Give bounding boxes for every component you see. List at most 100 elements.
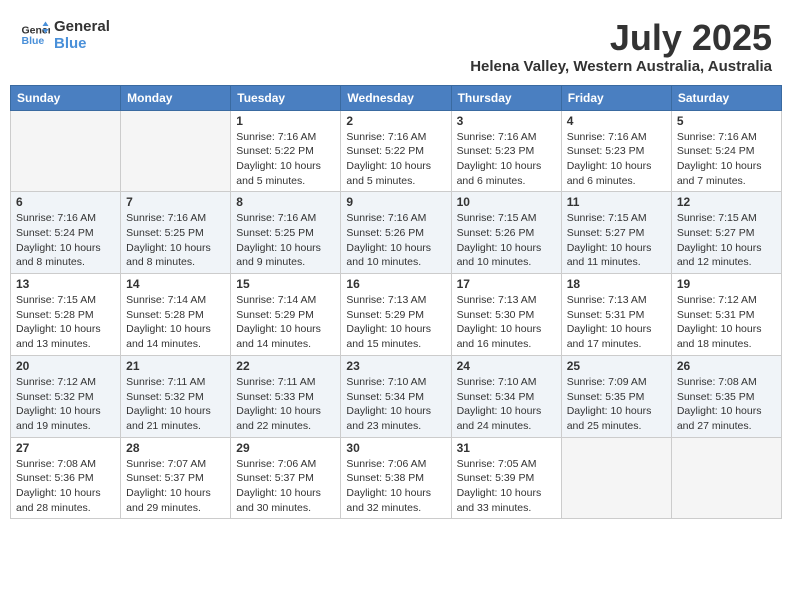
day-number: 31 (457, 441, 556, 455)
calendar-cell: 15 Sunrise: 7:14 AM Sunset: 5:29 PM Dayli… (231, 274, 341, 356)
day-info: Sunrise: 7:06 AM Sunset: 5:37 PM Dayligh… (236, 457, 335, 516)
calendar-cell (121, 110, 231, 192)
calendar-cell (11, 110, 121, 192)
day-info: Sunrise: 7:16 AM Sunset: 5:23 PM Dayligh… (567, 130, 666, 189)
location: Helena Valley, Western Australia, Austra… (470, 58, 772, 75)
logo-icon: General Blue (20, 20, 50, 50)
day-info: Sunrise: 7:11 AM Sunset: 5:33 PM Dayligh… (236, 375, 335, 434)
day-info: Sunrise: 7:11 AM Sunset: 5:32 PM Dayligh… (126, 375, 225, 434)
day-info: Sunrise: 7:08 AM Sunset: 5:35 PM Dayligh… (677, 375, 776, 434)
calendar-cell: 10 Sunrise: 7:15 AM Sunset: 5:26 PM Dayli… (451, 192, 561, 274)
calendar-week-row: 1Sunrise: 7:16 AM Sunset: 5:22 PM Daylig… (11, 110, 782, 192)
day-info: Sunrise: 7:10 AM Sunset: 5:34 PM Dayligh… (346, 375, 445, 434)
calendar-week-row: 6 Sunrise: 7:16 AM Sunset: 5:24 PM Daylig… (11, 192, 782, 274)
day-number: 25 (567, 359, 666, 373)
calendar-cell: 30Sunrise: 7:06 AM Sunset: 5:38 PM Dayli… (341, 437, 451, 519)
day-number: 6 (16, 195, 115, 209)
day-number: 28 (126, 441, 225, 455)
calendar-cell: 2 Sunrise: 7:16 AM Sunset: 5:22 PM Daylig… (341, 110, 451, 192)
logo-line1: General (54, 18, 110, 35)
weekday-header: Wednesday (341, 85, 451, 110)
day-number: 16 (346, 277, 445, 291)
day-info: Sunrise: 7:16 AM Sunset: 5:24 PM Dayligh… (677, 130, 776, 189)
day-info: Sunrise: 7:15 AM Sunset: 5:27 PM Dayligh… (677, 211, 776, 270)
calendar-cell: 27Sunrise: 7:08 AM Sunset: 5:36 PM Dayli… (11, 437, 121, 519)
day-number: 22 (236, 359, 335, 373)
calendar-cell: 4 Sunrise: 7:16 AM Sunset: 5:23 PM Daylig… (561, 110, 671, 192)
day-number: 20 (16, 359, 115, 373)
calendar-cell (671, 437, 781, 519)
day-info: Sunrise: 7:16 AM Sunset: 5:22 PM Dayligh… (346, 130, 445, 189)
weekday-header: Friday (561, 85, 671, 110)
svg-text:Blue: Blue (22, 35, 45, 47)
day-number: 18 (567, 277, 666, 291)
day-info: Sunrise: 7:13 AM Sunset: 5:30 PM Dayligh… (457, 293, 556, 352)
day-info: Sunrise: 7:16 AM Sunset: 5:25 PM Dayligh… (126, 211, 225, 270)
day-number: 13 (16, 277, 115, 291)
calendar-cell: 11Sunrise: 7:15 AM Sunset: 5:27 PM Dayli… (561, 192, 671, 274)
calendar-cell: 13Sunrise: 7:15 AM Sunset: 5:28 PM Dayli… (11, 274, 121, 356)
day-info: Sunrise: 7:09 AM Sunset: 5:35 PM Dayligh… (567, 375, 666, 434)
day-number: 23 (346, 359, 445, 373)
logo-line2: Blue (54, 35, 110, 52)
calendar-cell: 23 Sunrise: 7:10 AM Sunset: 5:34 PM Dayli… (341, 355, 451, 437)
calendar-cell: 26 Sunrise: 7:08 AM Sunset: 5:35 PM Dayli… (671, 355, 781, 437)
day-info: Sunrise: 7:08 AM Sunset: 5:36 PM Dayligh… (16, 457, 115, 516)
day-number: 15 (236, 277, 335, 291)
calendar-cell: 16 Sunrise: 7:13 AM Sunset: 5:29 PM Dayli… (341, 274, 451, 356)
calendar-cell: 12Sunrise: 7:15 AM Sunset: 5:27 PM Dayli… (671, 192, 781, 274)
weekday-header: Monday (121, 85, 231, 110)
day-info: Sunrise: 7:12 AM Sunset: 5:31 PM Dayligh… (677, 293, 776, 352)
calendar-cell: 9 Sunrise: 7:16 AM Sunset: 5:26 PM Daylig… (341, 192, 451, 274)
day-number: 9 (346, 195, 445, 209)
day-number: 2 (346, 114, 445, 128)
weekday-header: Tuesday (231, 85, 341, 110)
day-number: 21 (126, 359, 225, 373)
day-number: 26 (677, 359, 776, 373)
day-number: 5 (677, 114, 776, 128)
calendar-cell: 28Sunrise: 7:07 AM Sunset: 5:37 PM Dayli… (121, 437, 231, 519)
calendar-cell: 3Sunrise: 7:16 AM Sunset: 5:23 PM Daylig… (451, 110, 561, 192)
calendar-cell: 6 Sunrise: 7:16 AM Sunset: 5:24 PM Daylig… (11, 192, 121, 274)
day-info: Sunrise: 7:16 AM Sunset: 5:22 PM Dayligh… (236, 130, 335, 189)
calendar-week-row: 27Sunrise: 7:08 AM Sunset: 5:36 PM Dayli… (11, 437, 782, 519)
day-info: Sunrise: 7:16 AM Sunset: 5:26 PM Dayligh… (346, 211, 445, 270)
day-info: Sunrise: 7:10 AM Sunset: 5:34 PM Dayligh… (457, 375, 556, 434)
calendar-cell: 14 Sunrise: 7:14 AM Sunset: 5:28 PM Dayli… (121, 274, 231, 356)
day-info: Sunrise: 7:15 AM Sunset: 5:26 PM Dayligh… (457, 211, 556, 270)
day-info: Sunrise: 7:14 AM Sunset: 5:29 PM Dayligh… (236, 293, 335, 352)
calendar-cell: 24 Sunrise: 7:10 AM Sunset: 5:34 PM Dayli… (451, 355, 561, 437)
day-info: Sunrise: 7:16 AM Sunset: 5:24 PM Dayligh… (16, 211, 115, 270)
page-header: General Blue General Blue July 2025 Hele… (10, 10, 782, 79)
day-number: 3 (457, 114, 556, 128)
day-number: 7 (126, 195, 225, 209)
month-title: July 2025 (470, 18, 772, 58)
calendar-week-row: 13Sunrise: 7:15 AM Sunset: 5:28 PM Dayli… (11, 274, 782, 356)
weekday-header: Saturday (671, 85, 781, 110)
calendar-cell: 5 Sunrise: 7:16 AM Sunset: 5:24 PM Daylig… (671, 110, 781, 192)
calendar-cell: 22 Sunrise: 7:11 AM Sunset: 5:33 PM Dayli… (231, 355, 341, 437)
day-info: Sunrise: 7:12 AM Sunset: 5:32 PM Dayligh… (16, 375, 115, 434)
day-number: 11 (567, 195, 666, 209)
calendar-cell: 19Sunrise: 7:12 AM Sunset: 5:31 PM Dayli… (671, 274, 781, 356)
day-number: 10 (457, 195, 556, 209)
day-info: Sunrise: 7:13 AM Sunset: 5:31 PM Dayligh… (567, 293, 666, 352)
day-info: Sunrise: 7:13 AM Sunset: 5:29 PM Dayligh… (346, 293, 445, 352)
calendar-cell: 31Sunrise: 7:05 AM Sunset: 5:39 PM Dayli… (451, 437, 561, 519)
calendar-table: SundayMondayTuesdayWednesdayThursdayFrid… (10, 85, 782, 520)
title-area: July 2025 Helena Valley, Western Austral… (470, 18, 772, 75)
day-number: 14 (126, 277, 225, 291)
day-number: 24 (457, 359, 556, 373)
calendar-header-row: SundayMondayTuesdayWednesdayThursdayFrid… (11, 85, 782, 110)
weekday-header: Thursday (451, 85, 561, 110)
day-number: 29 (236, 441, 335, 455)
day-number: 30 (346, 441, 445, 455)
calendar-cell: 17Sunrise: 7:13 AM Sunset: 5:30 PM Dayli… (451, 274, 561, 356)
day-info: Sunrise: 7:16 AM Sunset: 5:25 PM Dayligh… (236, 211, 335, 270)
calendar-cell: 8Sunrise: 7:16 AM Sunset: 5:25 PM Daylig… (231, 192, 341, 274)
calendar-cell: 1Sunrise: 7:16 AM Sunset: 5:22 PM Daylig… (231, 110, 341, 192)
day-number: 4 (567, 114, 666, 128)
weekday-header: Sunday (11, 85, 121, 110)
day-info: Sunrise: 7:14 AM Sunset: 5:28 PM Dayligh… (126, 293, 225, 352)
logo: General Blue General Blue (20, 18, 110, 52)
